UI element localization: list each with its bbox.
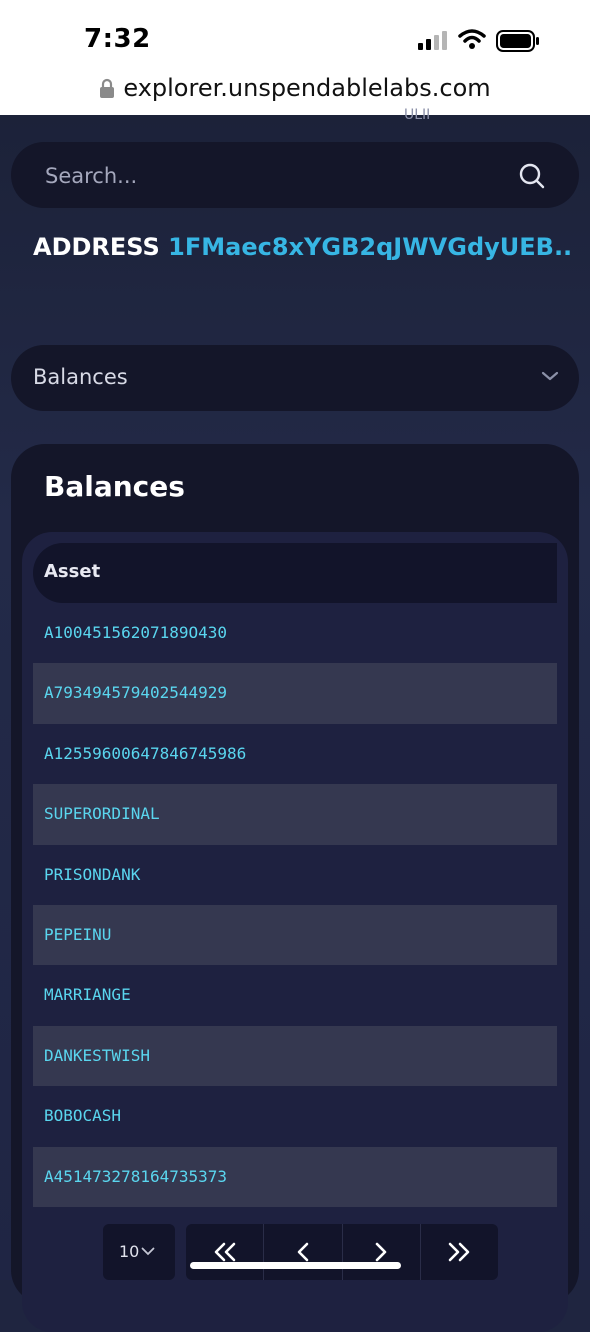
section-select-value: Balances <box>33 365 128 389</box>
asset-link[interactable]: A451473278164735373 <box>44 1167 227 1186</box>
double-chevron-right-icon <box>449 1242 470 1262</box>
balances-title: Balances <box>44 470 185 503</box>
table-row: A10045156207189O430 <box>33 603 557 663</box>
table-row: SUPERORDINAL <box>33 784 557 845</box>
next-page-button[interactable] <box>343 1224 421 1280</box>
address-bar[interactable]: explorer.unspendablelabs.com <box>0 74 590 106</box>
table-row: MARRIANGE <box>33 965 557 1025</box>
table-row: A451473278164735373 <box>33 1146 557 1207</box>
asset-link[interactable]: BOBOCASH <box>44 1106 121 1125</box>
first-page-button[interactable] <box>186 1224 265 1280</box>
wifi-icon <box>458 29 486 49</box>
pagination: 10 <box>0 1224 590 1280</box>
asset-link[interactable]: MARRIANGE <box>44 985 131 1004</box>
chevron-down-icon <box>141 1247 155 1256</box>
page-size-select[interactable]: 10 <box>103 1224 175 1280</box>
table-row: PRISONDANK <box>33 845 557 905</box>
table-row: A12559600647846745986 <box>33 724 557 784</box>
chevron-right-icon <box>375 1242 387 1262</box>
table-row: DANKESTWISH <box>33 1025 557 1087</box>
chevron-down-icon <box>541 371 559 381</box>
search-icon[interactable] <box>518 162 546 190</box>
home-indicator <box>190 1262 401 1269</box>
cellular-signal-icon <box>418 31 447 50</box>
status-bar: 7:32 explorer.unspendablelabs.com <box>0 0 590 115</box>
table-row: BOBOCASH <box>33 1086 557 1146</box>
asset-link[interactable]: PEPEINU <box>44 925 111 944</box>
asset-link[interactable]: DANKESTWISH <box>44 1046 150 1065</box>
search-input[interactable] <box>43 142 487 210</box>
battery-icon <box>496 30 539 52</box>
column-header-asset[interactable]: Asset <box>44 561 100 582</box>
address-value[interactable]: 1FMaec8xYGB2qJWVGdyUEB... <box>168 233 573 261</box>
lock-icon <box>100 78 115 98</box>
page: ULII ADDRESS 1FMaec8xYGB2qJWVGdyUEB... B… <box>0 107 590 1332</box>
address-label: ADDRESS <box>33 233 160 261</box>
asset-link[interactable]: A793494579402544929 <box>44 683 227 702</box>
last-page-button[interactable] <box>421 1224 498 1280</box>
balances-table: Asset A10045156207189O430 A7934945794025… <box>22 532 568 1332</box>
chevron-left-icon <box>297 1242 309 1262</box>
asset-link[interactable]: PRISONDANK <box>44 865 140 884</box>
prev-page-button[interactable] <box>264 1224 343 1280</box>
table-row: PEPEINU <box>33 904 557 966</box>
status-time: 7:32 <box>84 24 151 54</box>
balances-card: Balances Asset A10045156207189O430 A7934… <box>11 444 579 1332</box>
table-body: A10045156207189O430 A793494579402544929 … <box>33 603 557 1207</box>
table-row: A793494579402544929 <box>33 663 557 724</box>
search-bar[interactable] <box>11 142 579 210</box>
table-header: Asset <box>33 543 557 603</box>
section-select[interactable]: Balances <box>11 345 579 411</box>
asset-link[interactable]: SUPERORDINAL <box>44 804 160 823</box>
header-peek-text: ULII <box>404 107 431 123</box>
address-heading: ADDRESS 1FMaec8xYGB2qJWVGdyUEB... <box>33 233 573 261</box>
url-text: explorer.unspendablelabs.com <box>123 74 491 102</box>
asset-link[interactable]: A10045156207189O430 <box>44 623 227 642</box>
pagination-buttons <box>186 1224 498 1280</box>
asset-link[interactable]: A12559600647846745986 <box>44 744 246 763</box>
page-size-value: 10 <box>119 1242 140 1261</box>
double-chevron-left-icon <box>214 1242 235 1262</box>
